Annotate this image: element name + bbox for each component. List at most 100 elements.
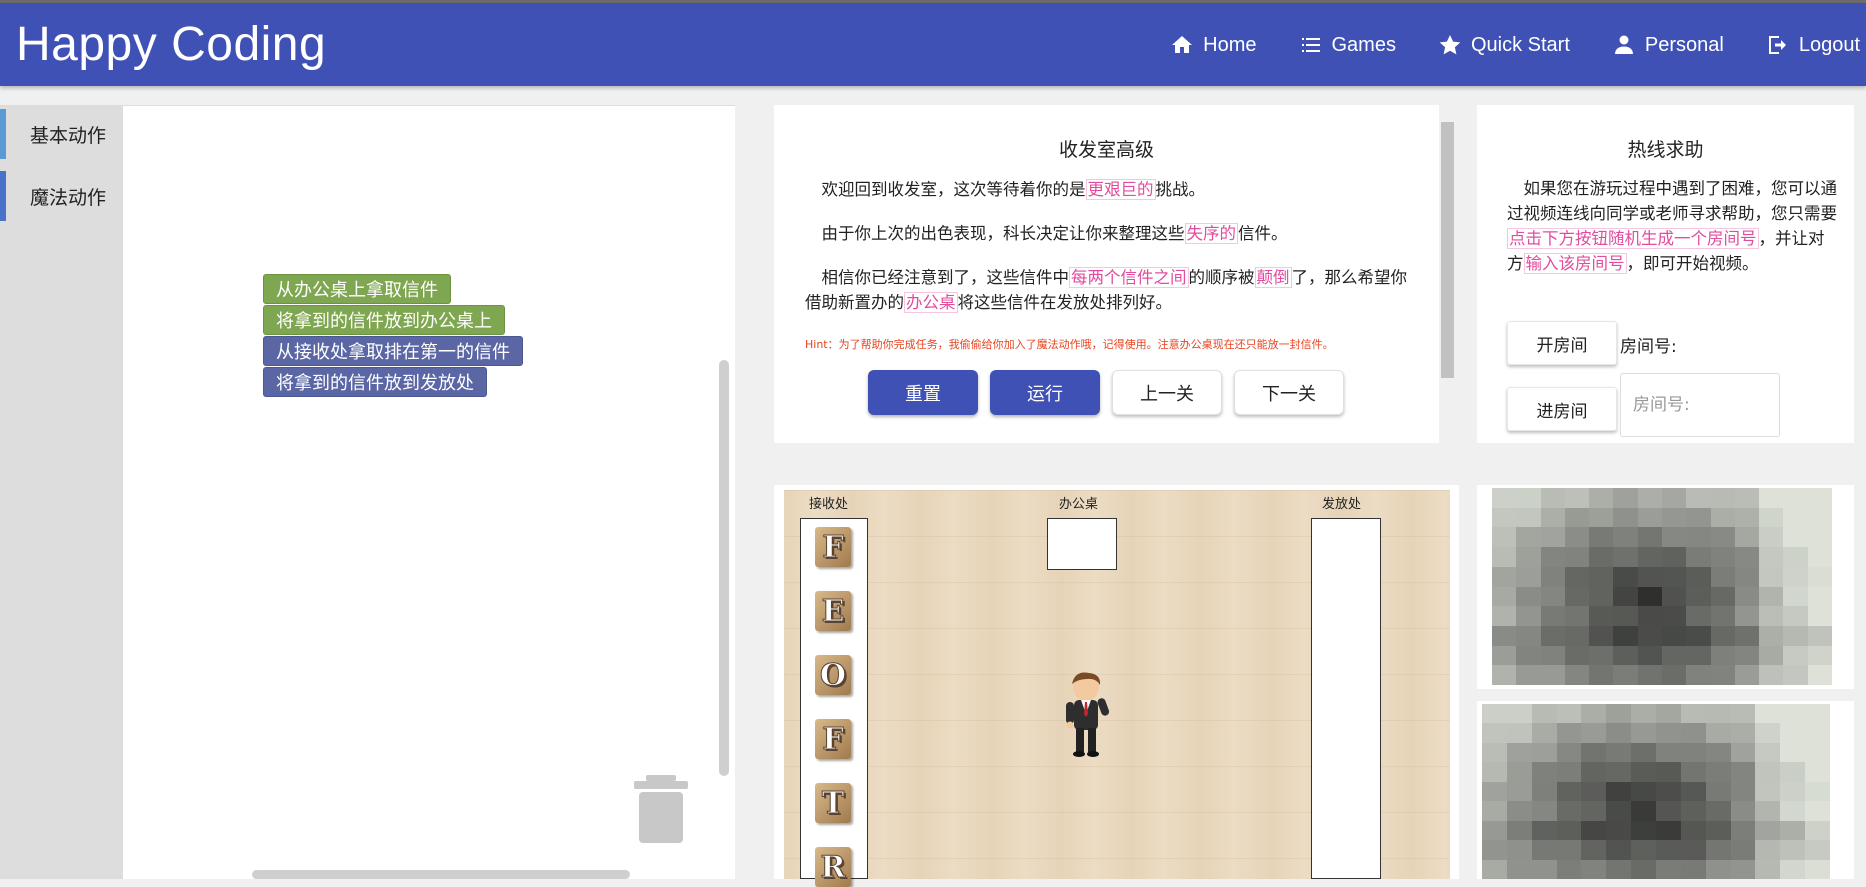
video-pixel (1783, 547, 1809, 568)
workspace-scrollbar-track[interactable] (735, 105, 753, 879)
video-pixel (1710, 527, 1736, 549)
workspace-vertical-scrollbar[interactable] (719, 360, 729, 776)
video-pixel (1564, 507, 1591, 529)
text-segment: 挑战。 (1155, 180, 1206, 199)
open-room-button[interactable]: 开房间 (1507, 321, 1617, 365)
help-panel-vertical-scrollbar[interactable] (1854, 105, 1866, 443)
video-pixel (1805, 704, 1830, 725)
video-pixel (1755, 762, 1782, 783)
text-segment: 相信你已经注意到了，这些信件中 (821, 268, 1070, 287)
video-pixel (1656, 704, 1682, 725)
nav-home[interactable]: Home (1170, 33, 1257, 57)
video-pixel (1662, 527, 1688, 549)
video-pixel (1506, 742, 1533, 764)
help-panel-horizontal-scrollbar[interactable] (1477, 443, 1854, 462)
nav-logout[interactable]: Logout (1766, 33, 1860, 57)
video-pixel (1783, 566, 1809, 588)
video-pixel (1759, 625, 1785, 647)
next-level-button[interactable]: 下一关 (1234, 370, 1344, 415)
worker-character-icon (1066, 672, 1109, 757)
block-take-first-from-receive[interactable]: 从接收处拿取排在第一的信件 (263, 336, 523, 366)
video-pixel (1506, 859, 1533, 879)
video-pixel (1564, 645, 1591, 667)
video-pixel (1783, 586, 1809, 608)
video-pixel (1631, 723, 1657, 744)
video-pixel (1805, 762, 1830, 783)
block-take-from-desk[interactable]: 从办公桌上拿取信件 (263, 274, 451, 304)
reset-button[interactable]: 重置 (868, 370, 978, 415)
video-pixel (1656, 742, 1682, 764)
info-panel-horizontal-scrollbar[interactable] (774, 443, 1439, 462)
run-button[interactable]: 运行 (990, 370, 1100, 415)
video-pixel (1492, 507, 1518, 529)
room-number-label: 房间号: (1620, 337, 1677, 357)
video-pixel (1686, 507, 1712, 529)
video-panel-remote (1477, 701, 1854, 879)
brand-logo[interactable]: Happy Coding (16, 17, 326, 72)
video-pixel (1807, 527, 1832, 549)
video-pixel (1734, 645, 1761, 667)
category-basic-actions[interactable]: 基本动作 (0, 109, 123, 159)
block-put-on-desk[interactable]: 将拿到的信件放到办公桌上 (263, 305, 505, 335)
level-story-text: 由于你上次的出色表现，科长决定让你来整理这些 失序的 信件。 (805, 221, 1410, 246)
video-pixel (1759, 586, 1785, 608)
video-pixel (1780, 820, 1807, 842)
room-number-input[interactable] (1620, 373, 1780, 437)
video-pixel (1492, 586, 1518, 608)
help-title: 热线求助 (1627, 139, 1704, 161)
video-pixel (1755, 820, 1782, 842)
video-pixel (1783, 645, 1809, 667)
video-pixel (1613, 507, 1639, 529)
block-workspace[interactable] (123, 105, 735, 879)
highlight-text: 输入该房间号 (1523, 253, 1627, 274)
video-pixel (1780, 840, 1807, 861)
text-segment: 将这些信件在发放处排列好。 (957, 293, 1173, 312)
logout-icon (1768, 36, 1786, 54)
video-pixel (1589, 547, 1615, 568)
category-magic-actions[interactable]: 魔法动作 (0, 171, 123, 221)
video-pixel (1807, 645, 1832, 667)
video-pixel (1482, 781, 1508, 803)
nav-quick-start[interactable]: Quick Start (1438, 33, 1570, 57)
video-pixel (1783, 625, 1809, 647)
list-icon (1301, 38, 1320, 52)
prev-level-button[interactable]: 上一关 (1112, 370, 1222, 415)
video-pixel (1531, 820, 1558, 842)
video-pixel (1710, 645, 1736, 667)
video-pixel (1581, 742, 1608, 764)
nav-games[interactable]: Games (1299, 33, 1396, 57)
video-pixel (1805, 742, 1830, 764)
video-pixel (1755, 723, 1782, 744)
info-panel-scroll-thumb[interactable] (1441, 122, 1454, 378)
video-pixel (1482, 704, 1508, 725)
workspace-horizontal-scrollbar[interactable] (252, 870, 630, 879)
video-pixel (1540, 566, 1566, 588)
video-pixel (1516, 527, 1542, 549)
video-pixel (1656, 723, 1682, 744)
video-pixel (1662, 645, 1688, 667)
video-pixel (1637, 625, 1663, 647)
video-pixel (1710, 488, 1736, 509)
join-room-button[interactable]: 进房间 (1507, 387, 1617, 431)
video-pixel (1531, 723, 1558, 744)
receive-column (800, 518, 868, 879)
video-pixel (1531, 762, 1558, 783)
block-put-to-dispatch[interactable]: 将拿到的信件放到发放处 (263, 367, 487, 397)
nav-personal[interactable]: Personal (1612, 33, 1724, 57)
video-pixel (1759, 527, 1785, 549)
video-pixel (1531, 859, 1558, 879)
level-title: 收发室高级 (1058, 139, 1154, 161)
video-pixel (1482, 801, 1508, 822)
video-pixel (1686, 586, 1712, 608)
video-pixel (1556, 801, 1583, 822)
trash-icon[interactable] (634, 775, 688, 845)
video-pixel (1564, 606, 1591, 627)
video-pixel (1805, 723, 1830, 744)
video-pixel (1581, 762, 1608, 783)
video-pixel (1680, 762, 1707, 783)
video-pixel (1730, 859, 1757, 879)
video-pixel (1662, 507, 1688, 529)
video-pixel (1631, 820, 1657, 842)
video-pixel (1759, 665, 1785, 685)
video-pixel (1540, 547, 1566, 568)
